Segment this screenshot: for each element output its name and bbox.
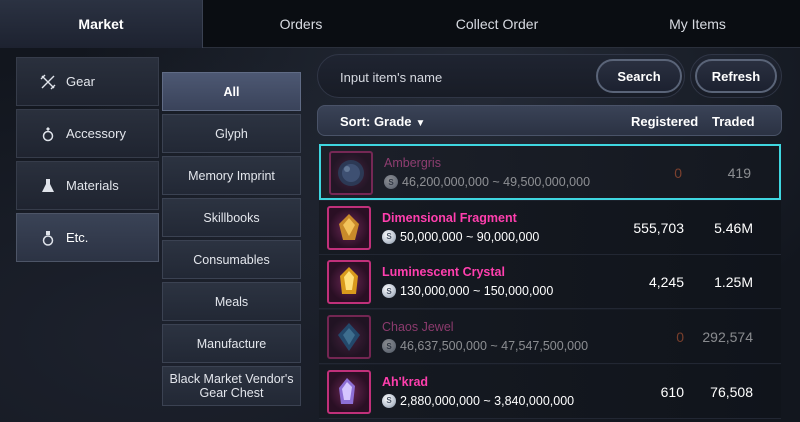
category-label: Gear (66, 74, 95, 89)
category-etc[interactable]: Etc. (16, 213, 159, 262)
price-text: 130,000,000 ~ 150,000,000 (400, 284, 554, 299)
item-price-range: S 46,200,000,000 ~ 49,500,000,000 (384, 175, 590, 189)
fragment-crystal-icon (327, 205, 371, 250)
sort-label: Sort: Grade (340, 114, 412, 129)
gold-crystal-icon (327, 260, 371, 305)
subcategory-memory-imprint[interactable]: Memory Imprint (162, 156, 301, 195)
ambergris-orb-icon (329, 151, 373, 195)
item-registered: 555,703 (633, 219, 684, 236)
item-name: Ambergris (384, 156, 441, 170)
category-materials[interactable]: Materials (16, 161, 159, 210)
item-price-range: S 46,637,500,000 ~ 47,547,500,000 (382, 339, 589, 354)
category-label: Materials (66, 178, 119, 193)
item-price-range: S 130,000,000 ~ 150,000,000 (382, 284, 554, 299)
subcategory-black-market-chest[interactable]: Black Market Vendor's Gear Chest (162, 366, 301, 406)
item-registered: 0 (676, 329, 684, 346)
category-accessory[interactable]: Accessory (16, 109, 159, 158)
item-registered: 4,245 (648, 274, 684, 291)
price-text: 2,880,000,000 ~ 3,840,000,000 (400, 393, 575, 408)
subcategory-meals[interactable]: Meals (162, 282, 301, 321)
silver-coin-icon: S (384, 175, 398, 189)
subcategory-manufacture[interactable]: Manufacture (162, 324, 301, 363)
list-item[interactable]: Ah'krad S 2,880,000,000 ~ 3,840,000,000 6… (319, 364, 781, 419)
list-item[interactable]: Luminescent Crystal S 130,000,000 ~ 150,0… (319, 255, 781, 310)
item-traded: 292,574 (702, 329, 753, 346)
list-item[interactable]: Chaos Jewel S 46,637,500,000 ~ 47,547,500… (319, 310, 781, 365)
search-button[interactable]: Search (596, 59, 682, 93)
top-tab-bar: Market Orders Collect Order My Items (0, 0, 800, 48)
item-name: Chaos Jewel (382, 320, 454, 335)
list-header: Sort: Grade ▼ Registered Traded (317, 105, 782, 136)
silver-coin-icon: S (382, 284, 396, 299)
price-text: 50,000,000 ~ 90,000,000 (400, 229, 540, 244)
subcategory-glyph[interactable]: Glyph (162, 114, 301, 153)
item-registered: 610 (660, 383, 684, 400)
crossed-swords-icon (39, 73, 57, 91)
item-traded: 419 (727, 165, 751, 181)
tab-collect-order[interactable]: Collect Order (399, 0, 595, 48)
category-label: Accessory (66, 126, 126, 141)
list-item[interactable]: Ambergris S 46,200,000,000 ~ 49,500,000,0… (319, 144, 781, 200)
tab-my-items[interactable]: My Items (595, 0, 800, 48)
category-list: Gear Accessory Materials Etc. (16, 57, 159, 265)
item-price-range: S 2,880,000,000 ~ 3,840,000,000 (382, 393, 575, 408)
column-header-traded: Traded (712, 114, 755, 129)
subcategory-skillbooks[interactable]: Skillbooks (162, 198, 301, 237)
sort-dropdown[interactable]: Sort: Grade ▼ (340, 114, 425, 129)
list-item[interactable]: Dimensional Fragment S 50,000,000 ~ 90,00… (319, 200, 781, 255)
item-traded: 5.46M (714, 219, 753, 236)
silver-coin-icon: S (382, 339, 396, 354)
violet-crystal-icon (327, 369, 371, 414)
subcategory-list: All Glyph Memory Imprint Skillbooks Cons… (162, 72, 301, 409)
item-name: Ah'krad (382, 374, 429, 389)
tab-market[interactable]: Market (0, 0, 203, 48)
price-text: 46,200,000,000 ~ 49,500,000,000 (402, 175, 591, 189)
column-header-registered: Registered (631, 114, 699, 129)
silver-coin-icon: S (382, 229, 396, 244)
category-label: Etc. (66, 230, 89, 245)
subcategory-all[interactable]: All (162, 72, 301, 111)
item-traded: 1.25M (714, 274, 753, 291)
item-name: Luminescent Crystal (382, 265, 505, 280)
item-name: Dimensional Fragment (382, 210, 517, 225)
subcategory-consumables[interactable]: Consumables (162, 240, 301, 279)
category-gear[interactable]: Gear (16, 57, 159, 106)
caret-down-icon: ▼ (415, 118, 426, 129)
potion-icon (39, 229, 57, 247)
search-input[interactable] (340, 67, 600, 87)
item-traded: 76,508 (710, 383, 753, 400)
silver-coin-icon: S (382, 393, 396, 408)
ring-icon (39, 125, 57, 143)
tab-orders[interactable]: Orders (203, 0, 399, 48)
item-registered: 0 (674, 165, 682, 181)
blue-jewel-icon (327, 315, 371, 360)
price-text: 46,637,500,000 ~ 47,547,500,000 (400, 339, 589, 354)
item-list: Ambergris S 46,200,000,000 ~ 49,500,000,0… (319, 144, 781, 419)
refresh-button[interactable]: Refresh (695, 59, 777, 93)
item-price-range: S 50,000,000 ~ 90,000,000 (382, 229, 540, 244)
flask-icon (39, 177, 57, 195)
